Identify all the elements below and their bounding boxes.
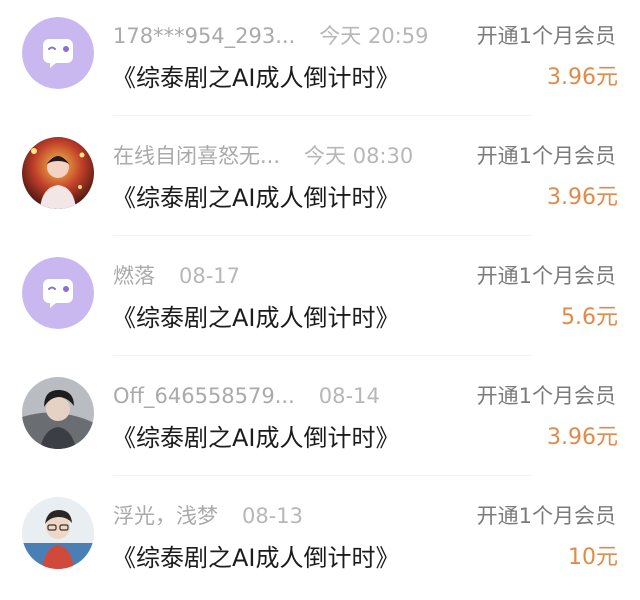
avatar[interactable] [22,497,94,569]
user-meta: 浮光，浅梦 08-13 [113,500,303,532]
list-item[interactable]: 燃落 08-17 《综泰剧之AI成人倒计时》 开通1个月会员 5.6元 [0,240,640,360]
drama-title[interactable]: 《综泰剧之AI成人倒计时》 [112,58,400,98]
user-meta: 燃落 08-17 [113,260,240,292]
avatar[interactable] [22,17,94,89]
avatar[interactable] [22,377,94,449]
order-price: 5.6元 [561,305,618,330]
username[interactable]: 浮光，浅梦 [113,504,218,528]
membership-order-list: 178***954_293... 今天 20:59 《综泰剧之AI成人倒计时》 开… [0,0,640,586]
order-action: 开通1个月会员 [476,144,616,168]
username[interactable]: 燃落 [113,264,155,288]
order-price: 3.96元 [547,65,618,90]
username[interactable]: 178***954_293... [113,24,295,48]
list-item[interactable]: 在线自闭喜怒无... 今天 08:30 《综泰剧之AI成人倒计时》 开通1个月会员… [0,120,640,240]
divider [113,355,532,356]
drama-title[interactable]: 《综泰剧之AI成人倒计时》 [112,538,400,578]
photo-avatar-icon [22,377,94,449]
drama-title[interactable]: 《综泰剧之AI成人倒计时》 [112,178,400,218]
order-action: 开通1个月会员 [476,24,616,48]
avatar[interactable] [22,137,94,209]
username[interactable]: 在线自闭喜怒无... [113,144,280,168]
timestamp: 08-17 [179,264,241,288]
order-price: 10元 [568,545,618,570]
order-action: 开通1个月会员 [476,384,616,408]
timestamp: 08-14 [318,384,380,408]
user-meta: 178***954_293... 今天 20:59 [113,20,428,52]
user-meta: Off_646558579... 08-14 [113,380,380,412]
user-meta: 在线自闭喜怒无... 今天 08:30 [113,140,413,172]
order-action: 开通1个月会员 [476,504,616,528]
list-item[interactable]: 浮光，浅梦 08-13 《综泰剧之AI成人倒计时》 开通1个月会员 10元 [0,480,640,600]
timestamp: 08-13 [242,504,304,528]
divider [113,235,532,236]
order-action: 开通1个月会员 [476,264,616,288]
default-ghost-avatar-icon [22,257,94,329]
timestamp: 今天 20:59 [319,24,429,48]
list-item[interactable]: 178***954_293... 今天 20:59 《综泰剧之AI成人倒计时》 开… [0,0,640,120]
divider [113,115,532,116]
divider [113,475,532,476]
default-ghost-avatar-icon [22,17,94,89]
drama-title[interactable]: 《综泰剧之AI成人倒计时》 [112,298,400,338]
photo-avatar-icon [22,137,94,209]
order-price: 3.96元 [547,425,618,450]
order-price: 3.96元 [547,185,618,210]
list-item[interactable]: Off_646558579... 08-14 《综泰剧之AI成人倒计时》 开通1个… [0,360,640,480]
drama-title[interactable]: 《综泰剧之AI成人倒计时》 [112,418,400,458]
avatar[interactable] [22,257,94,329]
username[interactable]: Off_646558579... [113,384,295,408]
photo-avatar-icon [22,497,94,569]
timestamp: 今天 08:30 [304,144,414,168]
